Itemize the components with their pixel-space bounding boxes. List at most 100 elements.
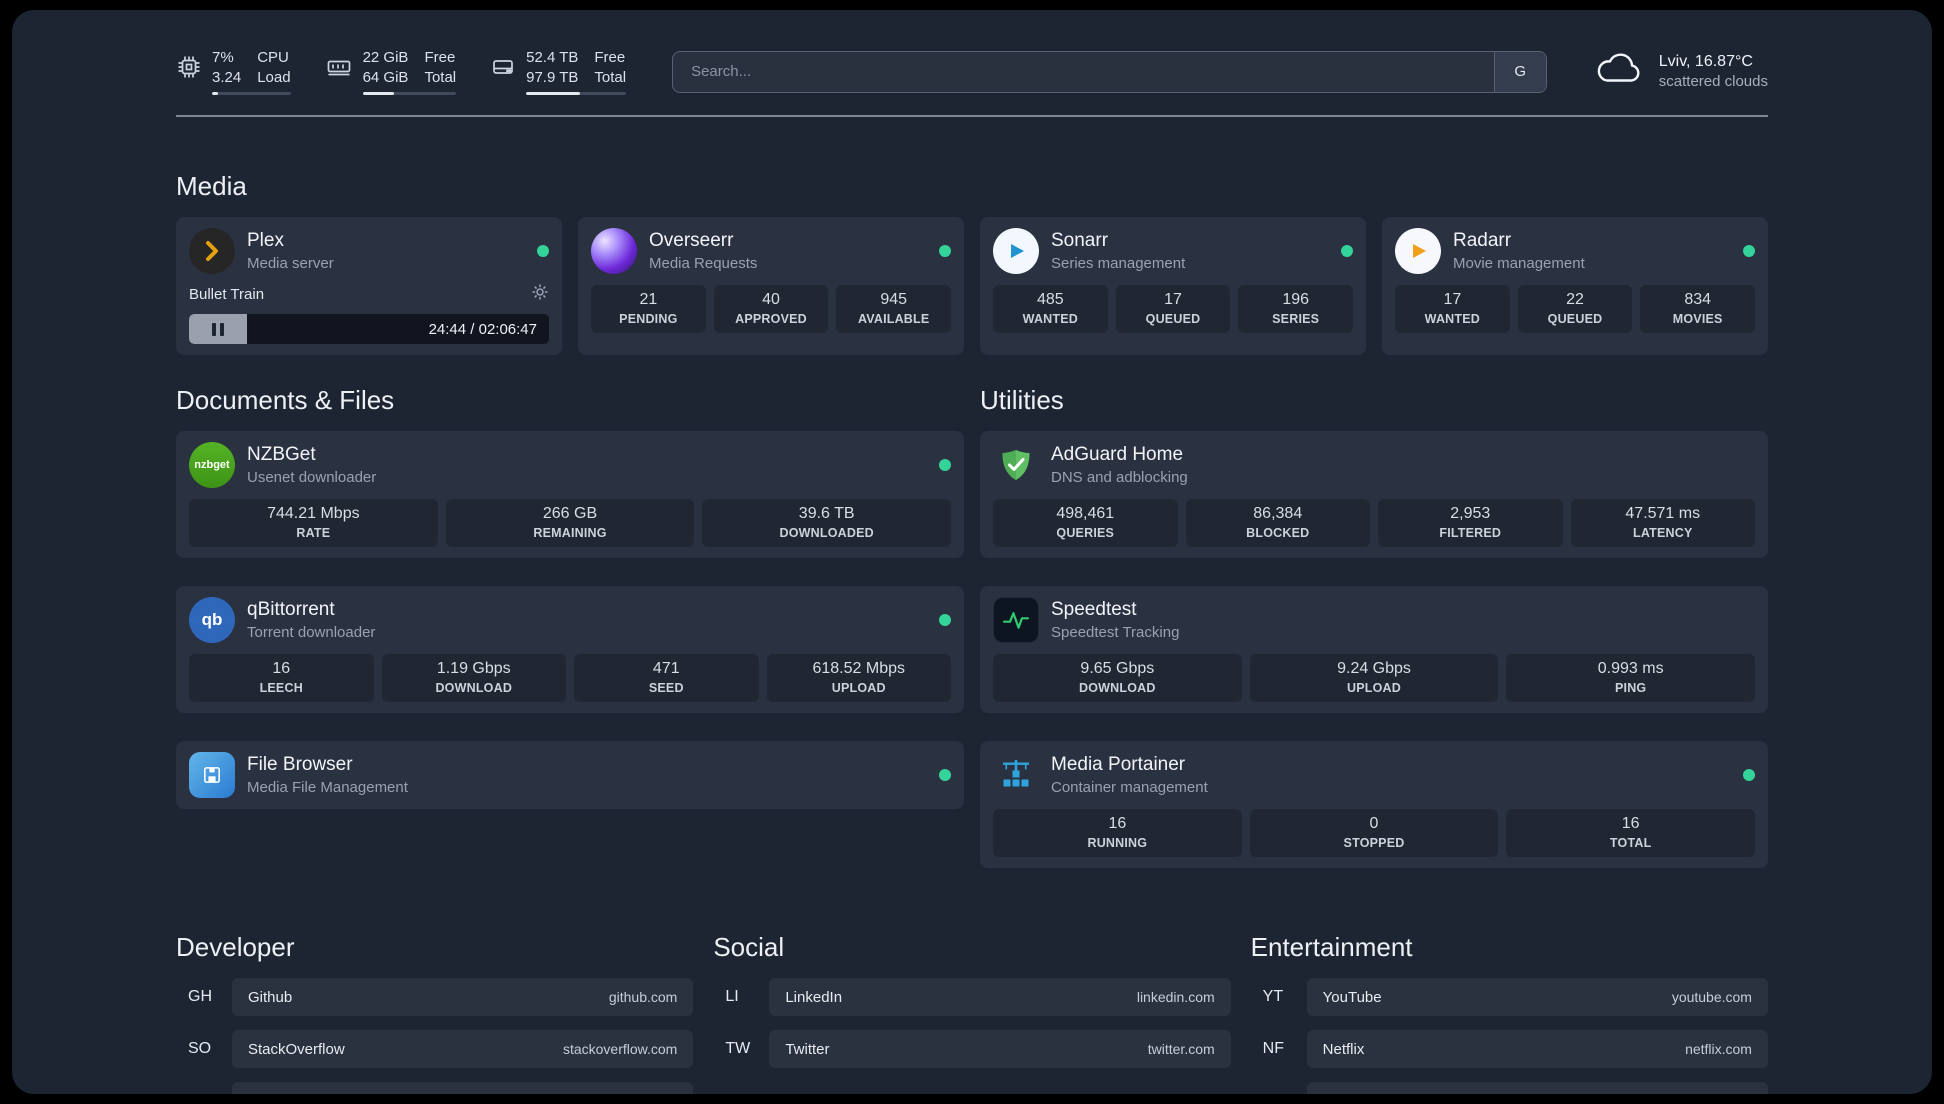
service-name: AdGuard Home: [1051, 443, 1184, 465]
search-input[interactable]: [673, 51, 1494, 92]
stat-value: 1.19 Gbps: [436, 660, 511, 677]
stat-value: 0: [1369, 815, 1379, 832]
ram-total-value: 64 GiB: [362, 68, 409, 86]
qbittorrent-icon-text: qb: [201, 610, 223, 629]
bookmark-netflix[interactable]: Netflix netflix.com: [1306, 1030, 1768, 1068]
service-description: Container management: [1051, 778, 1208, 796]
disk-free-label: Free: [594, 49, 626, 66]
service-description: Media File Management: [247, 778, 408, 796]
bookmark-github[interactable]: Github github.com: [232, 978, 694, 1016]
stat-ping: 0.993 ms PING: [1506, 654, 1756, 702]
cpu-load-label: Load: [257, 68, 291, 86]
bookmark-abbr: SO: [188, 1040, 212, 1057]
stat-label: QUEUED: [1547, 312, 1603, 326]
stat-label: QUERIES: [1056, 526, 1115, 540]
bookmark-row: NF Netflix netflix.com: [1251, 1030, 1768, 1068]
nzbget-icon-text: nzbget: [194, 459, 230, 471]
pause-icon: [212, 322, 216, 336]
status-dot: [537, 245, 549, 257]
disk-readout: 52.4 TB 97.9 TB Free Total: [526, 48, 627, 95]
bookmark-name: Github: [248, 988, 293, 1006]
overseerr-icon: [591, 228, 637, 274]
ram-usage-bar: [362, 92, 457, 95]
bookmark-url: netflix.com: [1685, 1041, 1752, 1057]
filebrowser-icon: [189, 752, 235, 798]
stat-label: MOVIES: [1672, 312, 1723, 326]
service-name: NZBGet: [247, 443, 316, 465]
stat-value: 47.571 ms: [1625, 505, 1701, 522]
plex-icon: [189, 228, 235, 274]
service-card-qbittorrent[interactable]: qb qBittorrent Torrent downloader 16 LEE…: [176, 586, 964, 713]
disk-total-label: Total: [594, 68, 627, 86]
stat-value: 834: [1684, 291, 1712, 308]
bookmark-url: twitter.com: [1147, 1041, 1215, 1057]
bookmark-url: dev.to: [640, 1093, 677, 1094]
stat-running: 16 RUNNING: [993, 809, 1242, 857]
bookmark-row: SO StackOverflow stackoverflow.com: [176, 1030, 694, 1068]
bookmark-name: Reddit: [1323, 1093, 1366, 1095]
stat-upload: 618.52 Mbps UPLOAD: [766, 654, 951, 702]
section-title-media: Media: [176, 171, 247, 201]
bookmark-group-entertainment: Entertainment YT YouTube youtube.com NF …: [1251, 932, 1768, 1094]
pause-button[interactable]: [189, 314, 247, 344]
cpu-percent: 7%: [212, 49, 234, 66]
stat-value: 485: [1036, 291, 1064, 308]
stat-label: APPROVED: [735, 312, 807, 326]
bookmark-dev[interactable]: DEV dev.to: [232, 1082, 694, 1094]
bookmark-youtube[interactable]: YouTube youtube.com: [1306, 978, 1768, 1016]
stat-label: SERIES: [1272, 312, 1320, 326]
service-card-sonarr[interactable]: Sonarr Series management 485 WANTED 17 Q…: [980, 217, 1366, 355]
cpu-label: CPU: [257, 49, 289, 66]
stat-label: WANTED: [1022, 312, 1079, 326]
player-settings-gear-icon[interactable]: [531, 283, 549, 306]
stat-label: REMAINING: [533, 526, 607, 540]
disk-free-value: 52.4 TB: [526, 49, 579, 66]
bookmark-linkedin[interactable]: LinkedIn linkedin.com: [769, 978, 1231, 1016]
stat-pending: 21 PENDING: [591, 285, 706, 333]
stat-label: BLOCKED: [1246, 526, 1310, 540]
stat-value: 0.993 ms: [1597, 660, 1664, 677]
stat-download: 1.19 Gbps DOWNLOAD: [381, 654, 566, 702]
bookmark-reddit[interactable]: Reddit reddit.com: [1306, 1082, 1768, 1095]
service-card-radarr[interactable]: Radarr Movie management 17 WANTED 22 QUE…: [1382, 217, 1768, 355]
service-name: Radarr: [1453, 229, 1512, 251]
bookmark-row: RE Reddit reddit.com: [1251, 1082, 1768, 1094]
stat-rate: 744.21 Mbps RATE: [189, 499, 438, 547]
status-dot: [1743, 245, 1755, 257]
service-card-portainer[interactable]: Media Portainer Container management 16 …: [980, 741, 1768, 868]
service-card-speedtest[interactable]: Speedtest Speedtest Tracking 9.65 Gbps D…: [980, 586, 1768, 713]
service-description: Media server: [247, 254, 334, 272]
stat-label: RATE: [296, 526, 331, 540]
section-title-social: Social: [713, 932, 785, 962]
service-card-plex[interactable]: Plex Media server Bullet Train 24:44 / 0…: [176, 217, 562, 355]
bookmark-row: YT YouTube youtube.com: [1251, 978, 1768, 1016]
stat-value: 39.6 TB: [798, 505, 855, 522]
service-card-adguard[interactable]: AdGuard Home DNS and adblocking 498,461 …: [980, 431, 1768, 558]
stat-value: 9.65 Gbps: [1080, 660, 1155, 677]
stat-label: TOTAL: [1609, 836, 1652, 850]
section-documents: Documents & Files nzbget NZBGet Usenet d…: [176, 385, 964, 809]
status-dot: [939, 614, 951, 626]
bookmark-stackoverflow[interactable]: StackOverflow stackoverflow.com: [232, 1030, 694, 1068]
search-provider-button[interactable]: G: [1493, 51, 1546, 92]
bookmark-twitter[interactable]: Twitter twitter.com: [769, 1030, 1231, 1068]
stat-seed: 471 SEED: [574, 654, 759, 702]
status-dot: [939, 459, 951, 471]
service-card-filebrowser[interactable]: File Browser Media File Management: [176, 741, 964, 809]
service-description: Media Requests: [649, 254, 758, 272]
bookmark-url: reddit.com: [1687, 1093, 1752, 1094]
playback-progress-bar[interactable]: 24:44 / 02:06:47: [189, 314, 549, 344]
stat-upload: 9.24 Gbps UPLOAD: [1249, 654, 1499, 702]
bookmark-url: youtube.com: [1671, 989, 1752, 1005]
sonarr-icon: [993, 228, 1039, 274]
stat-latency: 47.571 ms LATENCY: [1570, 499, 1755, 547]
service-name: File Browser: [247, 753, 353, 775]
stat-movies: 834 MOVIES: [1640, 285, 1756, 333]
service-card-nzbget[interactable]: nzbget NZBGet Usenet downloader 744.21 M…: [176, 431, 964, 558]
disk-monitor: 52.4 TB 97.9 TB Free Total: [490, 48, 627, 95]
stat-wanted: 17 WANTED: [1395, 285, 1510, 333]
service-description: DNS and adblocking: [1051, 468, 1188, 486]
qbittorrent-icon: qb: [189, 597, 235, 643]
service-card-overseerr[interactable]: Overseerr Media Requests 21 PENDING 40 A…: [578, 217, 964, 355]
section-title-developer: Developer: [176, 932, 295, 962]
